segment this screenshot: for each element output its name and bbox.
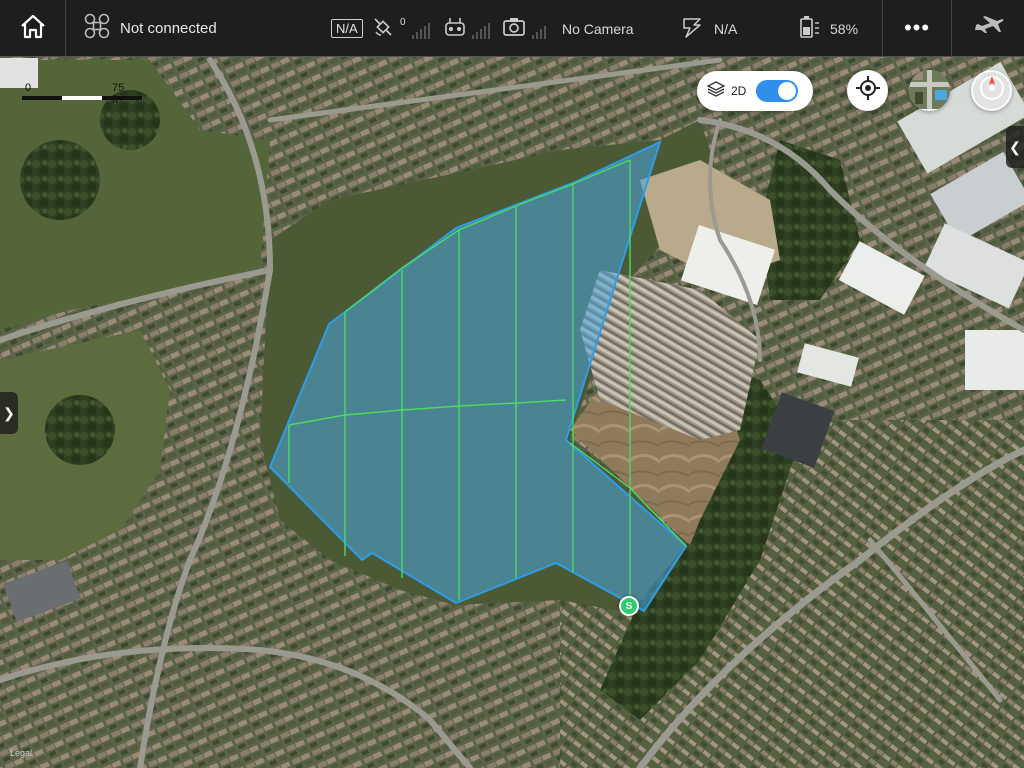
map-canvas[interactable] xyxy=(0,0,1024,768)
home-button[interactable] xyxy=(0,0,66,56)
status-bar: Not connected N/A 0 No Camera N/A 58% ••… xyxy=(0,0,1024,57)
locate-button[interactable] xyxy=(847,70,888,111)
camera-label: No Camera xyxy=(562,20,634,37)
locate-icon xyxy=(855,75,881,106)
satellite-count: 0 xyxy=(400,17,406,28)
camera-status: No Camera xyxy=(502,0,634,57)
layers-icon xyxy=(706,80,726,102)
battery-icon xyxy=(798,15,820,42)
camera-icon xyxy=(502,16,526,41)
gps-status: N/A xyxy=(331,0,363,57)
remote-controller-icon xyxy=(444,16,466,41)
connection-status[interactable]: Not connected xyxy=(66,0,328,56)
view-mode-toggle[interactable]: 2D xyxy=(697,71,813,111)
scale-max-label: 75 ft xyxy=(112,82,125,106)
gps-status-value: N/A xyxy=(331,19,363,38)
satellite-signal-bars xyxy=(411,19,430,39)
mode-icon xyxy=(680,15,704,42)
view-mode-switch[interactable] xyxy=(756,80,799,102)
compass-button[interactable] xyxy=(971,70,1012,111)
rc-signal-bars xyxy=(472,19,490,39)
map-style-button[interactable] xyxy=(909,70,950,111)
flight-mode-status: N/A xyxy=(680,0,737,57)
right-panel-expand-tab[interactable]: ❮ xyxy=(1006,126,1024,168)
connection-label: Not connected xyxy=(120,19,217,37)
home-icon xyxy=(19,13,47,44)
drone-icon xyxy=(84,13,110,43)
legal-link[interactable]: Legal xyxy=(10,748,32,758)
satellite-map[interactable] xyxy=(0,0,1024,768)
battery-status: 58% xyxy=(798,0,858,57)
satellite-icon xyxy=(372,16,394,41)
left-panel-expand-tab[interactable]: ❯ xyxy=(0,392,18,434)
battery-label: 58% xyxy=(830,20,859,37)
view-mode-label: 2D xyxy=(731,84,747,98)
remote-controller-status xyxy=(444,0,490,57)
app-screen: S 0 75 ft Legal ❯ ❮ 2D Not connected N/A… xyxy=(0,0,1024,768)
switch-knob xyxy=(778,82,797,100)
more-options-button[interactable]: ••• xyxy=(882,0,952,57)
mode-label: N/A xyxy=(714,20,738,37)
compass-icon xyxy=(977,73,1007,108)
start-point-marker[interactable]: S xyxy=(619,596,639,616)
satellite-status: 0 xyxy=(372,0,430,57)
scale-bar-graphic xyxy=(22,96,144,100)
more-icon: ••• xyxy=(903,15,931,40)
aircraft-icon xyxy=(973,14,1005,43)
satellite-thumbnail-icon xyxy=(909,70,950,111)
fly-button[interactable] xyxy=(953,0,1024,57)
scale-zero-label: 0 xyxy=(25,82,32,94)
camera-signal-bars xyxy=(532,19,546,39)
